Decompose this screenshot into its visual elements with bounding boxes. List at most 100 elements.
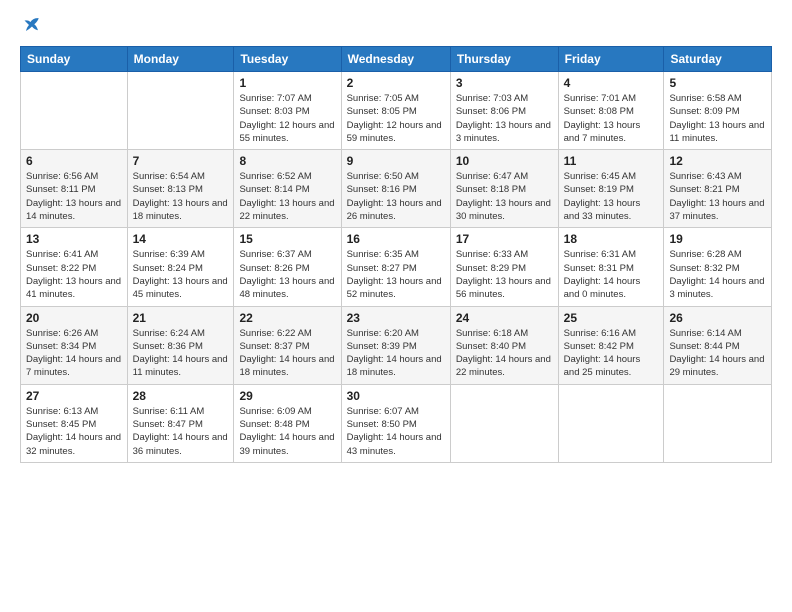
day-number: 20: [26, 311, 122, 325]
calendar-cell: 27 Sunrise: 6:13 AM Sunset: 8:45 PM Dayli…: [21, 384, 128, 462]
calendar-cell: 15 Sunrise: 6:37 AM Sunset: 8:26 PM Dayli…: [234, 228, 341, 306]
week-row-2: 13 Sunrise: 6:41 AM Sunset: 8:22 PM Dayli…: [21, 228, 772, 306]
calendar-cell: 17 Sunrise: 6:33 AM Sunset: 8:29 PM Dayli…: [450, 228, 558, 306]
day-number: 17: [456, 232, 553, 246]
day-number: 1: [239, 76, 335, 90]
calendar-cell: 20 Sunrise: 6:26 AM Sunset: 8:34 PM Dayli…: [21, 306, 128, 384]
calendar-cell: 30Sunrise: 6:07 AM Sunset: 8:50 PM Dayli…: [341, 384, 450, 462]
calendar-cell: 26 Sunrise: 6:14 AM Sunset: 8:44 PM Dayli…: [664, 306, 772, 384]
day-info: Sunrise: 6:45 AM Sunset: 8:19 PM Dayligh…: [564, 170, 659, 223]
day-number: 23: [347, 311, 445, 325]
calendar-cell: 11 Sunrise: 6:45 AM Sunset: 8:19 PM Dayli…: [558, 150, 664, 228]
day-number: 29: [239, 389, 335, 403]
calendar-cell: [450, 384, 558, 462]
day-info: Sunrise: 6:14 AM Sunset: 8:44 PM Dayligh…: [669, 327, 766, 380]
calendar-cell: 29 Sunrise: 6:09 AM Sunset: 8:48 PM Dayli…: [234, 384, 341, 462]
day-info: Sunrise: 6:41 AM Sunset: 8:22 PM Dayligh…: [26, 248, 122, 301]
day-number: 18: [564, 232, 659, 246]
day-info: Sunrise: 6:18 AM Sunset: 8:40 PM Dayligh…: [456, 327, 553, 380]
day-number: 25: [564, 311, 659, 325]
calendar-cell: [21, 72, 128, 150]
calendar-cell: 2 Sunrise: 7:05 AM Sunset: 8:05 PM Daylig…: [341, 72, 450, 150]
day-number: 27: [26, 389, 122, 403]
day-number: 26: [669, 311, 766, 325]
logo: [20, 16, 41, 36]
header: [20, 16, 772, 36]
day-info: Sunrise: 6:26 AM Sunset: 8:34 PM Dayligh…: [26, 327, 122, 380]
day-number: 22: [239, 311, 335, 325]
day-number: 2: [347, 76, 445, 90]
calendar-cell: 3 Sunrise: 7:03 AM Sunset: 8:06 PM Daylig…: [450, 72, 558, 150]
calendar-cell: 14 Sunrise: 6:39 AM Sunset: 8:24 PM Dayli…: [127, 228, 234, 306]
week-row-3: 20 Sunrise: 6:26 AM Sunset: 8:34 PM Dayli…: [21, 306, 772, 384]
day-info: Sunrise: 6:20 AM Sunset: 8:39 PM Dayligh…: [347, 327, 445, 380]
calendar-cell: 6 Sunrise: 6:56 AM Sunset: 8:11 PM Daylig…: [21, 150, 128, 228]
calendar-table: SundayMondayTuesdayWednesdayThursdayFrid…: [20, 46, 772, 463]
page: SundayMondayTuesdayWednesdayThursdayFrid…: [0, 0, 792, 612]
calendar-cell: 25 Sunrise: 6:16 AM Sunset: 8:42 PM Dayli…: [558, 306, 664, 384]
day-number: 9: [347, 154, 445, 168]
day-info: Sunrise: 6:56 AM Sunset: 8:11 PM Dayligh…: [26, 170, 122, 223]
calendar-cell: 12 Sunrise: 6:43 AM Sunset: 8:21 PM Dayli…: [664, 150, 772, 228]
calendar-cell: 4Sunrise: 7:01 AM Sunset: 8:08 PM Daylig…: [558, 72, 664, 150]
day-info: Sunrise: 6:07 AM Sunset: 8:50 PM Dayligh…: [347, 405, 445, 458]
day-number: 28: [133, 389, 229, 403]
day-number: 12: [669, 154, 766, 168]
day-number: 21: [133, 311, 229, 325]
weekday-header-thursday: Thursday: [450, 47, 558, 72]
day-number: 6: [26, 154, 122, 168]
day-info: Sunrise: 7:01 AM Sunset: 8:08 PM Dayligh…: [564, 92, 659, 145]
calendar-cell: 8Sunrise: 6:52 AM Sunset: 8:14 PM Daylig…: [234, 150, 341, 228]
day-info: Sunrise: 6:50 AM Sunset: 8:16 PM Dayligh…: [347, 170, 445, 223]
day-number: 5: [669, 76, 766, 90]
calendar-cell: 22 Sunrise: 6:22 AM Sunset: 8:37 PM Dayli…: [234, 306, 341, 384]
calendar-cell: [127, 72, 234, 150]
calendar-cell: 28 Sunrise: 6:11 AM Sunset: 8:47 PM Dayli…: [127, 384, 234, 462]
day-number: 13: [26, 232, 122, 246]
day-info: Sunrise: 6:28 AM Sunset: 8:32 PM Dayligh…: [669, 248, 766, 301]
calendar-cell: 18 Sunrise: 6:31 AM Sunset: 8:31 PM Dayli…: [558, 228, 664, 306]
day-info: Sunrise: 6:47 AM Sunset: 8:18 PM Dayligh…: [456, 170, 553, 223]
weekday-header-sunday: Sunday: [21, 47, 128, 72]
calendar-cell: [664, 384, 772, 462]
day-number: 15: [239, 232, 335, 246]
day-number: 10: [456, 154, 553, 168]
day-number: 7: [133, 154, 229, 168]
week-row-4: 27 Sunrise: 6:13 AM Sunset: 8:45 PM Dayli…: [21, 384, 772, 462]
day-number: 14: [133, 232, 229, 246]
calendar-cell: 24Sunrise: 6:18 AM Sunset: 8:40 PM Dayli…: [450, 306, 558, 384]
day-number: 16: [347, 232, 445, 246]
calendar-cell: 1 Sunrise: 7:07 AM Sunset: 8:03 PM Daylig…: [234, 72, 341, 150]
calendar-cell: 10 Sunrise: 6:47 AM Sunset: 8:18 PM Dayli…: [450, 150, 558, 228]
weekday-header-saturday: Saturday: [664, 47, 772, 72]
day-info: Sunrise: 6:11 AM Sunset: 8:47 PM Dayligh…: [133, 405, 229, 458]
weekday-header-tuesday: Tuesday: [234, 47, 341, 72]
calendar-cell: 9 Sunrise: 6:50 AM Sunset: 8:16 PM Daylig…: [341, 150, 450, 228]
day-number: 19: [669, 232, 766, 246]
day-info: Sunrise: 6:39 AM Sunset: 8:24 PM Dayligh…: [133, 248, 229, 301]
weekday-header-monday: Monday: [127, 47, 234, 72]
calendar-cell: 16Sunrise: 6:35 AM Sunset: 8:27 PM Dayli…: [341, 228, 450, 306]
day-info: Sunrise: 6:09 AM Sunset: 8:48 PM Dayligh…: [239, 405, 335, 458]
day-info: Sunrise: 6:22 AM Sunset: 8:37 PM Dayligh…: [239, 327, 335, 380]
day-info: Sunrise: 7:05 AM Sunset: 8:05 PM Dayligh…: [347, 92, 445, 145]
day-info: Sunrise: 6:43 AM Sunset: 8:21 PM Dayligh…: [669, 170, 766, 223]
calendar-cell: 13 Sunrise: 6:41 AM Sunset: 8:22 PM Dayli…: [21, 228, 128, 306]
day-info: Sunrise: 6:31 AM Sunset: 8:31 PM Dayligh…: [564, 248, 659, 301]
day-info: Sunrise: 7:03 AM Sunset: 8:06 PM Dayligh…: [456, 92, 553, 145]
day-info: Sunrise: 6:16 AM Sunset: 8:42 PM Dayligh…: [564, 327, 659, 380]
calendar-cell: 21 Sunrise: 6:24 AM Sunset: 8:36 PM Dayli…: [127, 306, 234, 384]
weekday-header-row: SundayMondayTuesdayWednesdayThursdayFrid…: [21, 47, 772, 72]
day-number: 11: [564, 154, 659, 168]
calendar-cell: 7 Sunrise: 6:54 AM Sunset: 8:13 PM Daylig…: [127, 150, 234, 228]
day-info: Sunrise: 7:07 AM Sunset: 8:03 PM Dayligh…: [239, 92, 335, 145]
weekday-header-friday: Friday: [558, 47, 664, 72]
day-info: Sunrise: 6:13 AM Sunset: 8:45 PM Dayligh…: [26, 405, 122, 458]
day-info: Sunrise: 6:37 AM Sunset: 8:26 PM Dayligh…: [239, 248, 335, 301]
day-number: 3: [456, 76, 553, 90]
week-row-0: 1 Sunrise: 7:07 AM Sunset: 8:03 PM Daylig…: [21, 72, 772, 150]
day-info: Sunrise: 6:24 AM Sunset: 8:36 PM Dayligh…: [133, 327, 229, 380]
calendar-cell: 23 Sunrise: 6:20 AM Sunset: 8:39 PM Dayli…: [341, 306, 450, 384]
day-info: Sunrise: 6:33 AM Sunset: 8:29 PM Dayligh…: [456, 248, 553, 301]
day-info: Sunrise: 6:54 AM Sunset: 8:13 PM Dayligh…: [133, 170, 229, 223]
